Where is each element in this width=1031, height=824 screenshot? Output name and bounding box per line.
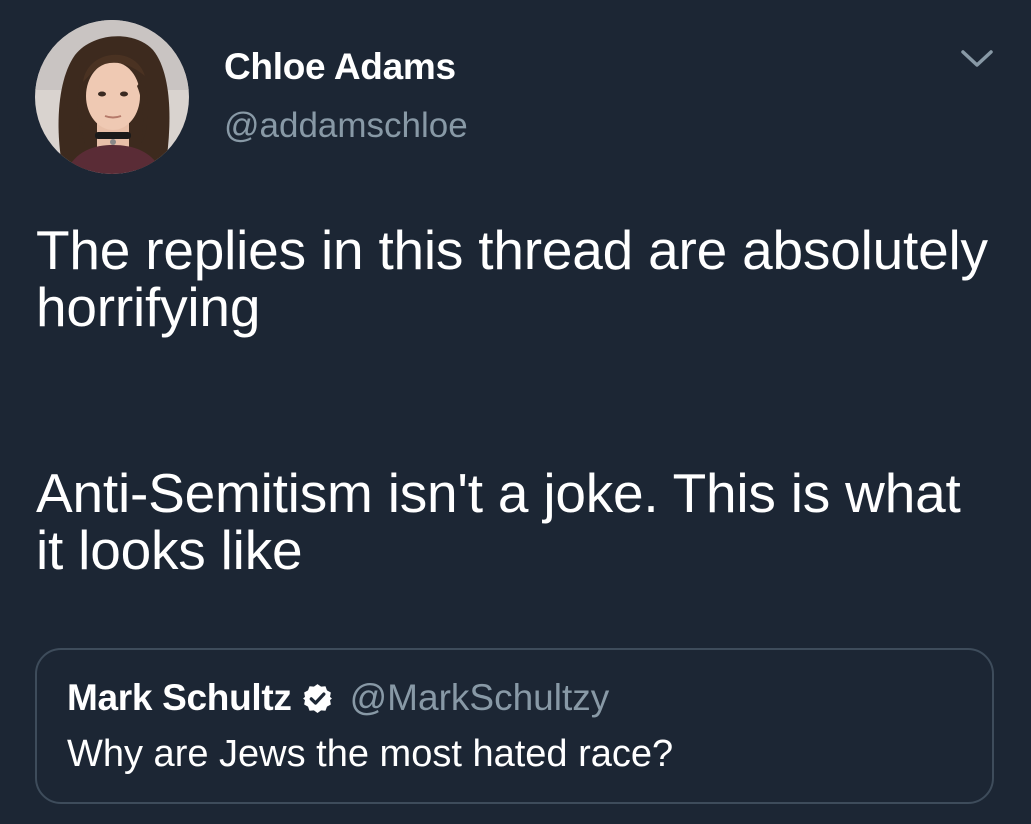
tweet-body: The replies in this thread are absolutel… — [36, 222, 996, 579]
tweet-paragraph: The replies in this thread are absolutel… — [36, 219, 988, 338]
author-avatar[interactable] — [35, 20, 189, 174]
quoted-author-name: Mark Schultz — [67, 677, 292, 718]
quoted-tweet-header: Mark Schultz @MarkSchultzy — [67, 677, 609, 719]
quoted-author-handle: @MarkSchultzy — [349, 677, 610, 718]
chevron-down-icon[interactable] — [960, 48, 994, 70]
avatar-photo — [35, 20, 189, 174]
author-display-name[interactable]: Chloe Adams — [224, 46, 456, 88]
quoted-tweet-text: Why are Jews the most hated race? — [67, 733, 674, 775]
author-handle[interactable]: @addamschloe — [224, 106, 468, 146]
tweet-card: Chloe Adams @addamschloe The replies in … — [0, 0, 1031, 824]
quoted-tweet[interactable]: Mark Schultz @MarkSchultzy Why are Jews … — [35, 648, 994, 804]
verified-badge-icon — [301, 682, 334, 715]
tweet-paragraph: Anti-Semitism isn't a joke. This is what… — [36, 462, 961, 581]
